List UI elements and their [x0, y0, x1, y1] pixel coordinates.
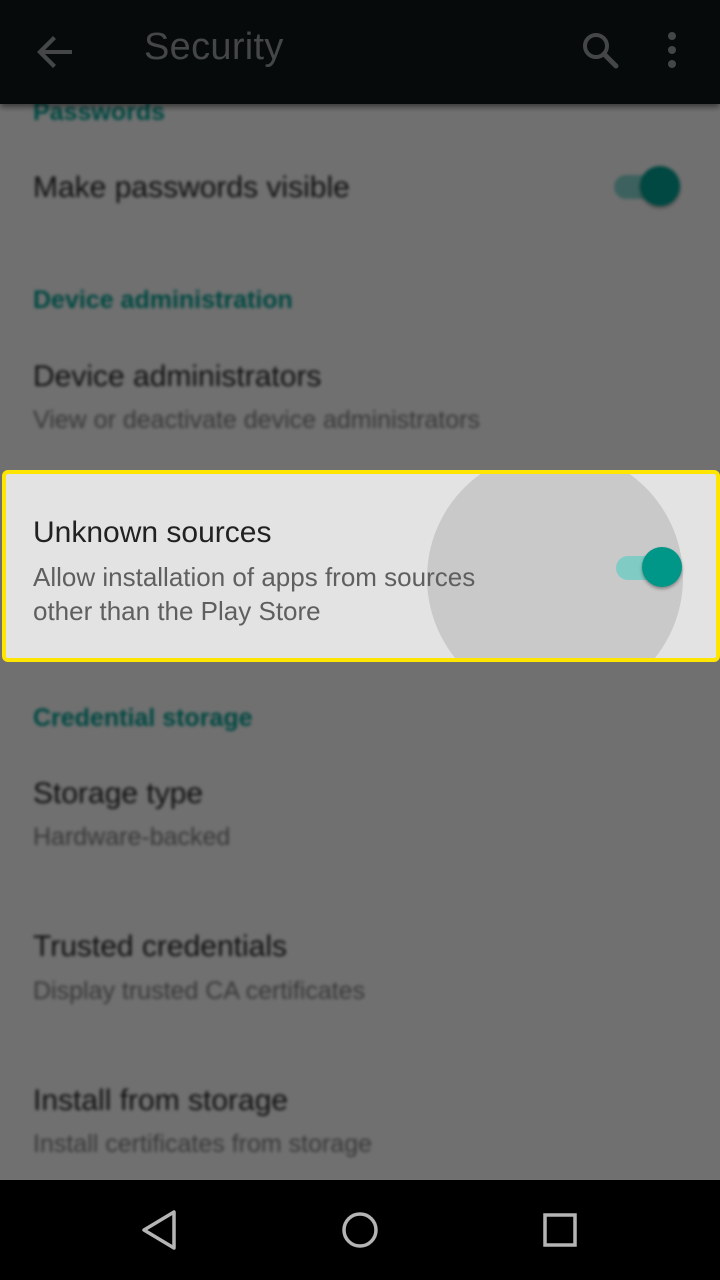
- device-administrators-summary: View or deactivate device administrators: [33, 406, 480, 434]
- unknown-sources-switch[interactable]: [614, 547, 684, 587]
- home-circle-icon[interactable]: [336, 1206, 384, 1254]
- make-passwords-visible-switch[interactable]: [612, 166, 682, 206]
- more-vert-icon[interactable]: [648, 26, 696, 74]
- page-title: Security: [144, 26, 284, 68]
- storage-type-title: Storage type: [33, 777, 204, 810]
- navigation-bar: [0, 1180, 720, 1280]
- screen: Security Passwords Make passwords visibl…: [0, 0, 720, 1280]
- switch-thumb: [640, 166, 680, 206]
- unknown-sources-summary-line2: other than the Play Store: [33, 596, 321, 626]
- recents-square-icon[interactable]: [536, 1206, 584, 1254]
- category-passwords: Passwords: [33, 104, 166, 126]
- switch-thumb: [642, 547, 682, 587]
- storage-type-summary: Hardware-backed: [33, 823, 231, 851]
- unknown-sources-row[interactable]: Unknown sources Allow installation of ap…: [2, 470, 720, 662]
- trusted-credentials-title[interactable]: Trusted credentials: [33, 930, 287, 964]
- back-arrow-icon[interactable]: [32, 28, 80, 76]
- category-credential-storage: Credential storage: [33, 704, 253, 732]
- category-device-administration: Device administration: [33, 286, 293, 314]
- unknown-sources-summary-line1: Allow installation of apps from sources: [33, 562, 476, 592]
- device-administrators-title[interactable]: Device administrators: [33, 360, 321, 394]
- unknown-sources-summary: Allow installation of apps from sources …: [33, 560, 553, 628]
- back-triangle-icon[interactable]: [136, 1206, 184, 1254]
- install-from-storage-summary: Install certificates from storage: [33, 1130, 373, 1158]
- install-from-storage-title[interactable]: Install from storage: [33, 1084, 288, 1118]
- search-icon[interactable]: [576, 26, 624, 74]
- make-passwords-visible-title[interactable]: Make passwords visible: [33, 171, 350, 205]
- app-bar: Security: [0, 0, 720, 104]
- unknown-sources-title: Unknown sources: [33, 516, 272, 549]
- trusted-credentials-summary: Display trusted CA certificates: [33, 977, 366, 1005]
